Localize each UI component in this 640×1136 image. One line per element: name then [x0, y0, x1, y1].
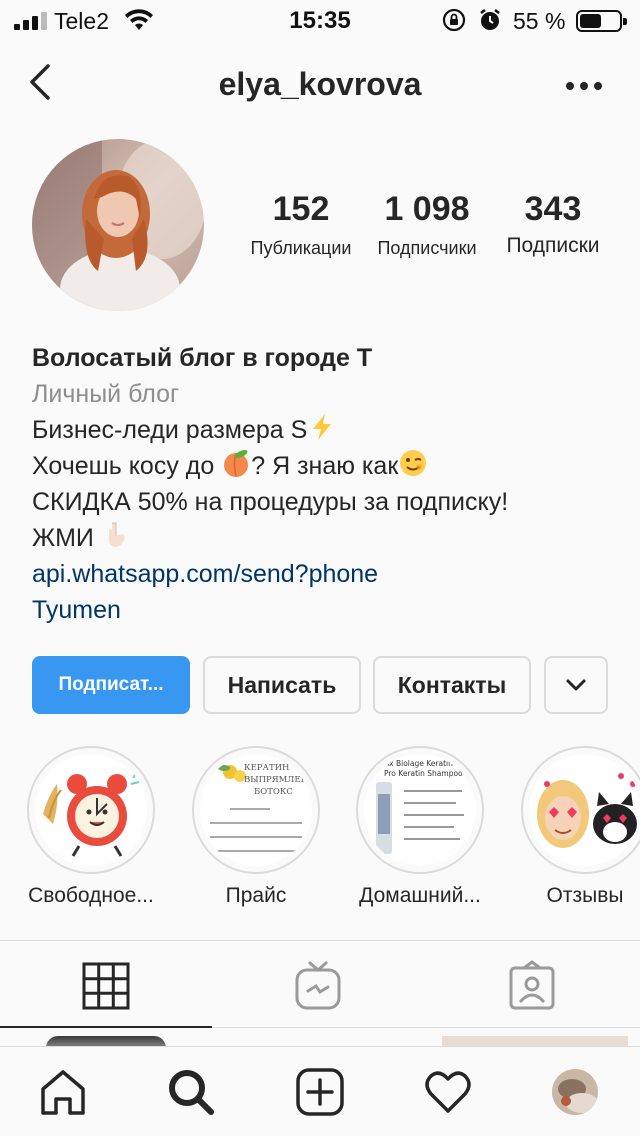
following-count-label: Подписки — [506, 234, 600, 257]
winking-face-emoji-icon — [400, 450, 427, 476]
highlight-item[interactable]: КЕРАТИН ВЫПРЯМЛЕНИЕ БОТОКС Прайс — [181, 746, 331, 908]
highlight-item[interactable]: Отзывы — [510, 746, 640, 908]
grid-icon[interactable] — [82, 960, 130, 1012]
alarm-clock-highlight-cover — [35, 754, 147, 866]
profile-username: elya_kovrova — [218, 66, 422, 102]
bio-line-2: Хочешь косу до ? Я знаю как — [32, 448, 632, 484]
alarm-icon — [480, 9, 500, 30]
profile-avatar[interactable] — [32, 139, 204, 311]
bio-line-2a-text: Хочешь косу до — [32, 452, 222, 480]
followers-count-label: Подписчики — [377, 238, 477, 258]
price-cover-title2: ВЫПРЯМЛЕНИЕ — [244, 775, 312, 785]
highlight-ring — [521, 746, 640, 874]
profile-bio: Волосатый блог в городе Т Личный блог Би… — [32, 340, 632, 628]
bio-line-1: Бизнес-леди размера S — [32, 412, 632, 448]
highlight-ring — [27, 746, 155, 874]
more-horizontal-icon[interactable] — [566, 82, 602, 92]
bio-display-name: Волосатый блог в городе Т — [32, 344, 373, 372]
posts-count-value: 152 — [272, 190, 330, 228]
home-care-highlight-cover: rix Biolage Keratin Pro Keratin Shampoo — [364, 754, 476, 866]
posts-count[interactable]: 152 Публикации — [244, 190, 358, 259]
search-icon[interactable] — [166, 1067, 216, 1117]
pointing-down-emoji-icon — [108, 522, 125, 547]
reviews-highlight-cover — [529, 754, 640, 866]
active-tab-indicator — [0, 1026, 212, 1028]
chevron-down-icon — [566, 679, 586, 691]
bio-line-2b-text: ? Я знаю как — [251, 452, 399, 480]
highlight-label: Домашний... — [359, 884, 481, 907]
highlight-label: Свободное... — [28, 884, 154, 907]
suggested-accounts-button[interactable] — [544, 656, 608, 714]
message-button[interactable]: Написать — [203, 656, 361, 714]
posts-count-label: Публикации — [250, 238, 352, 258]
bio-line-4-text: ЖМИ — [32, 524, 101, 552]
following-count[interactable]: 343 Подписки — [496, 190, 610, 258]
profile-avatar-nav[interactable] — [552, 1069, 598, 1115]
price-cover-title1: КЕРАТИН — [244, 763, 289, 773]
price-list-highlight-cover: КЕРАТИН ВЫПРЯМЛЕНИЕ БОТОКС — [200, 754, 312, 866]
following-count-value: 343 — [524, 190, 582, 228]
bio-category: Личный блог — [32, 380, 180, 408]
battery-percent: 55 % — [513, 8, 566, 34]
igtv-icon[interactable] — [294, 960, 342, 1012]
bio-line-3: СКИДКА 50% на процедуры за подписку! — [32, 488, 509, 516]
profile-header: elya_kovrova — [0, 44, 640, 124]
care-cover-title2: Pro Keratin Shampoo — [384, 769, 463, 778]
highlight-label: Прайс — [225, 884, 287, 907]
highlight-item[interactable]: rix Biolage Keratin Pro Keratin Shampoo … — [345, 746, 495, 908]
lightning-emoji-icon — [313, 414, 332, 440]
highlight-item[interactable]: Свободное... — [16, 746, 166, 908]
highlight-ring: КЕРАТИН ВЫПРЯМЛЕНИЕ БОТОКС — [192, 746, 320, 874]
price-cover-title3: БОТОКС — [254, 787, 293, 797]
bio-location-link[interactable]: Tyumen — [32, 592, 632, 628]
heart-icon[interactable] — [423, 1067, 473, 1117]
rotation-lock-icon — [442, 8, 466, 32]
home-icon[interactable] — [38, 1067, 88, 1117]
bio-line-4: ЖМИ — [32, 520, 632, 556]
highlight-label: Отзывы — [546, 884, 624, 907]
section-divider — [0, 940, 640, 941]
followers-count[interactable]: 1 098 Подписчики — [370, 190, 484, 259]
contacts-button[interactable]: Контакты — [373, 656, 531, 714]
bio-website-link[interactable]: api.whatsapp.com/send?phone — [32, 556, 632, 592]
bottom-navigation — [0, 1046, 640, 1136]
tagged-icon[interactable] — [508, 960, 556, 1012]
peach-emoji-icon — [224, 449, 249, 477]
tab-bar-border — [212, 1027, 640, 1028]
add-post-icon[interactable] — [295, 1067, 345, 1117]
battery-icon — [576, 10, 627, 32]
bio-line-1-text: Бизнес-леди размера S — [32, 416, 308, 444]
status-bar: Tele2 15:35 55 % — [0, 0, 640, 40]
highlight-ring: rix Biolage Keratin Pro Keratin Shampoo — [356, 746, 484, 874]
followers-count-value: 1 098 — [384, 190, 470, 228]
care-cover-title1: rix Biolage Keratin — [384, 759, 453, 768]
follow-button[interactable]: Подписат... — [32, 656, 190, 714]
